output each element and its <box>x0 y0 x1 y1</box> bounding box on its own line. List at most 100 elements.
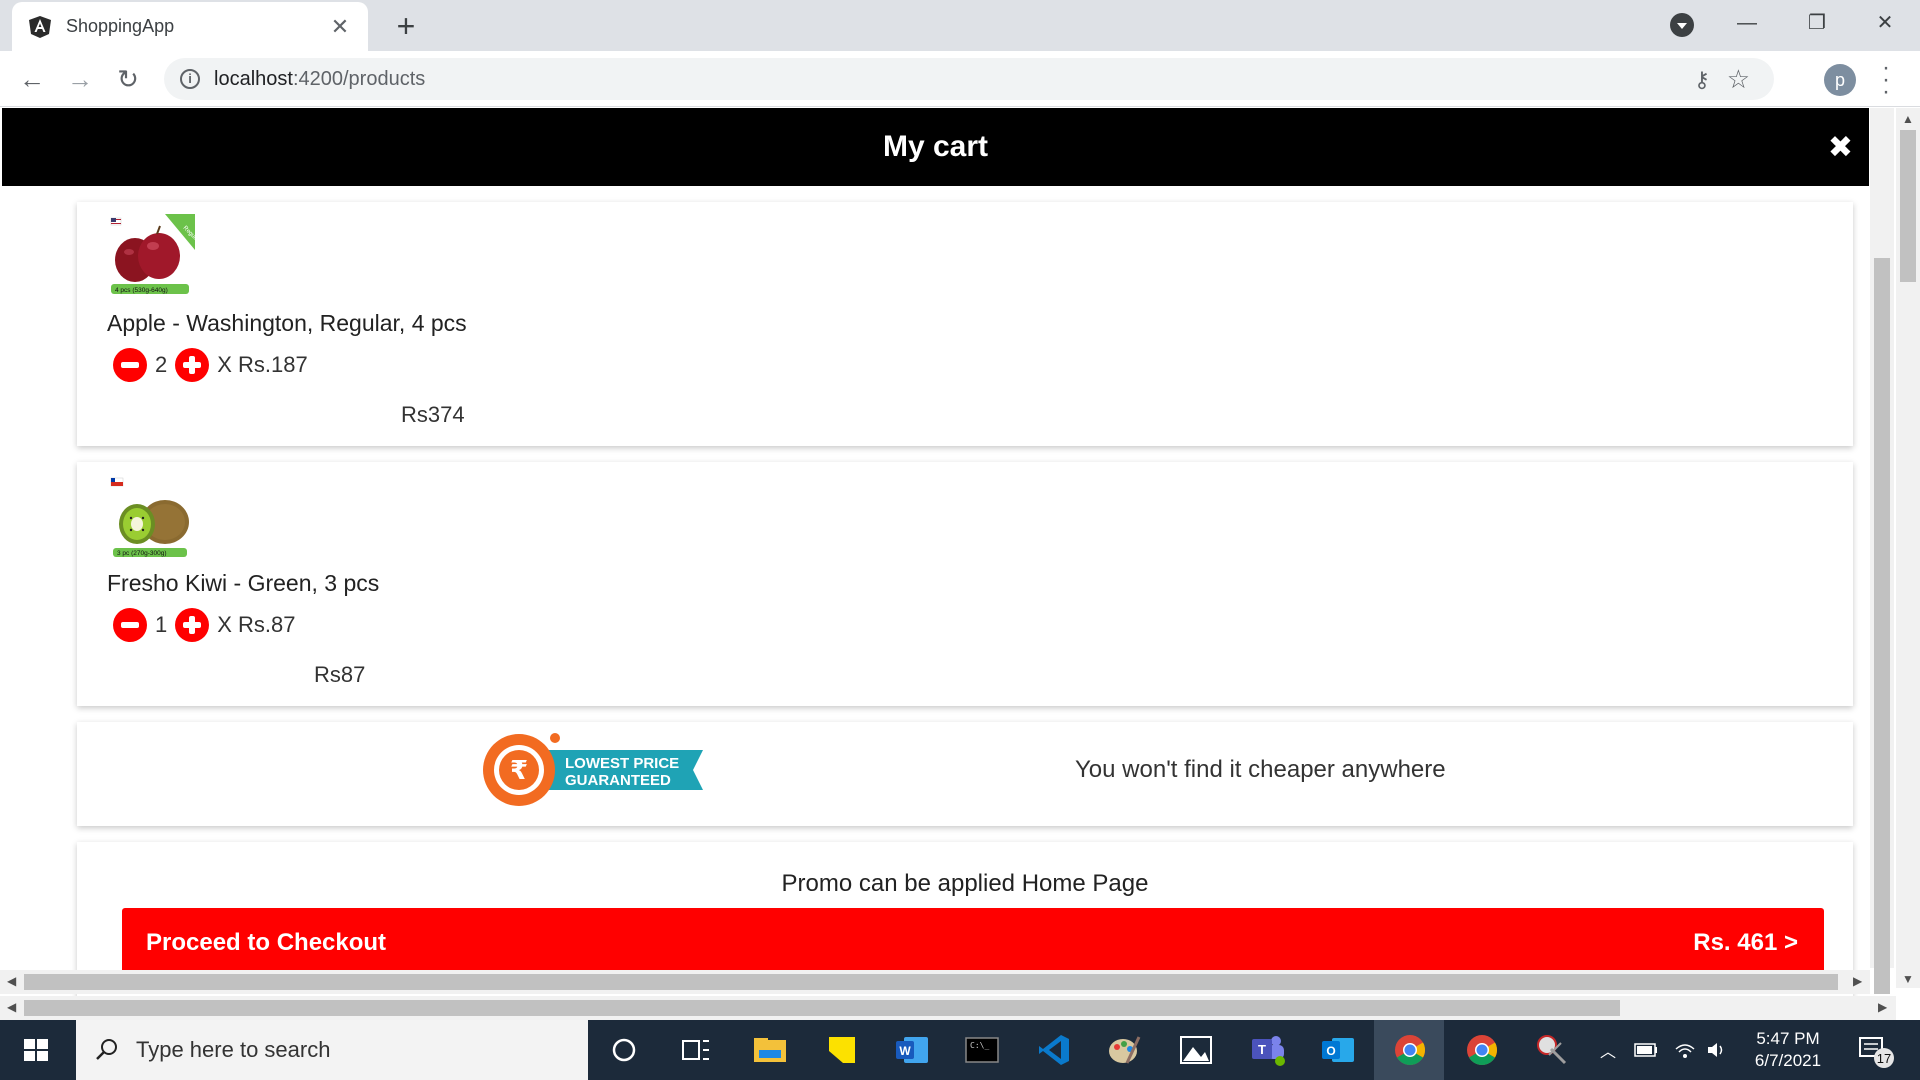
minimize-button[interactable]: — <box>1724 6 1770 40</box>
product-name: Apple - Washington, Regular, 4 pcs <box>107 310 467 336</box>
close-window-button[interactable]: ✕ <box>1862 6 1908 40</box>
battery-icon[interactable] <box>1634 1020 1658 1080</box>
price-guarantee-card: ₹ LOWEST PRICE GUARANTEED You won't find… <box>77 722 1853 826</box>
cortana-icon[interactable] <box>604 1030 644 1070</box>
browser-toolbar: ← → ↻ i localhost:4200/products ⚷ ☆ p · ·… <box>0 51 1920 107</box>
clock-date: 6/7/2021 <box>1754 1051 1822 1070</box>
chrome-icon[interactable] <box>1462 1030 1502 1070</box>
svg-text:O: O <box>1326 1044 1335 1058</box>
file-explorer-icon[interactable] <box>750 1030 790 1070</box>
page-horizontal-scrollbar[interactable]: ◀ ▶ <box>0 996 1896 1020</box>
quantity-stepper: 2 X Rs.187 <box>113 348 308 382</box>
browser-tab[interactable]: ShoppingApp ✕ <box>12 2 368 51</box>
scroll-left-arrow-icon[interactable]: ◀ <box>7 974 16 988</box>
paint-icon[interactable] <box>1104 1030 1144 1070</box>
clock-time: 5:47 PM <box>1756 1029 1820 1048</box>
quantity-value: 1 <box>155 612 168 637</box>
restore-button[interactable]: ❐ <box>1794 6 1840 40</box>
taskbar-search-placeholder: Type here to search <box>136 1037 331 1062</box>
volume-icon[interactable] <box>1706 1020 1728 1080</box>
badge-line-1: LOWEST PRICE <box>565 755 679 772</box>
search-icon <box>96 1039 117 1060</box>
reload-icon[interactable]: ↻ <box>112 63 144 95</box>
vscode-icon[interactable] <box>1034 1030 1074 1070</box>
scroll-right-arrow-icon[interactable]: ▶ <box>1853 974 1862 988</box>
unit-price: X Rs.87 <box>217 612 296 637</box>
item-subtotal: Rs87 <box>314 662 366 687</box>
inner-vertical-scrollbar[interactable] <box>1870 108 1894 994</box>
back-arrow-icon[interactable]: ← <box>16 63 48 95</box>
apple-product-image: Regular 4 pcs (530g-640g) <box>110 214 195 294</box>
page-horizontal-scroll-thumb[interactable] <box>24 1000 1620 1016</box>
snipping-tool-icon[interactable] <box>1532 1030 1572 1070</box>
svg-text:W: W <box>899 1044 911 1058</box>
image-caption: 3 pc (270g-300g) <box>117 550 167 557</box>
lowest-price-badge: ₹ LOWEST PRICE GUARANTEED <box>483 733 703 806</box>
windows-start-icon[interactable] <box>12 1032 60 1068</box>
checkout-total: Rs. 461 > <box>1693 929 1798 956</box>
increase-quantity-button[interactable] <box>175 348 210 382</box>
notification-center-icon[interactable]: 17 <box>1856 1020 1896 1080</box>
address-bar[interactable]: i localhost:4200/products ⚷ ☆ <box>164 58 1774 100</box>
scroll-up-arrow-icon[interactable]: ▲ <box>1902 112 1914 126</box>
promo-note: Promo can be applied Home Page <box>781 870 1149 897</box>
guarantee-text: You won't find it cheaper anywhere <box>1075 756 1446 783</box>
unit-price: X Rs.187 <box>217 352 308 377</box>
checkout-label: Proceed to Checkout <box>146 929 387 956</box>
teams-icon[interactable]: T <box>1248 1030 1288 1070</box>
taskbar-clock[interactable]: 5:47 PM 6/7/2021 <box>1744 1028 1832 1072</box>
url-text: localhost:4200/products <box>214 67 426 90</box>
product-name: Fresho Kiwi - Green, 3 pcs <box>107 570 380 596</box>
item-subtotal: Rs374 <box>401 402 465 427</box>
show-hidden-icons[interactable]: ︿ <box>1600 1020 1616 1080</box>
page-vertical-scrollbar[interactable]: ▲ ▼ <box>1896 108 1920 988</box>
close-icon[interactable]: ✖ <box>1828 130 1853 165</box>
photos-icon[interactable] <box>1176 1030 1216 1070</box>
page-vertical-scroll-thumb[interactable] <box>1900 130 1916 282</box>
cart-item: Regular 4 pcs (530g-640g) Apple - Washin… <box>77 202 1853 446</box>
profile-avatar[interactable]: p <box>1824 64 1856 96</box>
quantity-value: 2 <box>155 352 168 377</box>
cart-header: My cart ✖ <box>2 108 1869 186</box>
badge-line-2: GUARANTEED <box>565 772 671 789</box>
scroll-right-arrow-icon[interactable]: ▶ <box>1878 1000 1887 1014</box>
inner-horizontal-scroll-thumb[interactable] <box>24 974 1838 990</box>
bookmark-star-icon[interactable]: ☆ <box>1727 64 1750 95</box>
cart-title: My cart <box>882 130 989 163</box>
terminal-icon[interactable]: C:\_ <box>962 1030 1002 1070</box>
scroll-left-arrow-icon[interactable]: ◀ <box>7 1000 16 1014</box>
sticky-notes-icon[interactable] <box>822 1030 862 1070</box>
rupee-icon: ₹ <box>510 756 528 786</box>
decrease-quantity-button[interactable] <box>113 348 147 382</box>
tab-search-icon[interactable] <box>1670 13 1694 37</box>
browser-tab-strip: ShoppingApp ✕ + — ❐ ✕ <box>0 0 1920 51</box>
forward-arrow-icon[interactable]: → <box>64 63 96 95</box>
key-icon[interactable]: ⚷ <box>1694 67 1710 93</box>
new-tab-button[interactable]: + <box>390 8 422 44</box>
image-caption: 4 pcs (530g-640g) <box>115 287 168 294</box>
word-icon[interactable]: W <box>892 1030 932 1070</box>
site-info-icon[interactable]: i <box>180 69 200 89</box>
notification-count: 17 <box>1877 1051 1891 1066</box>
taskbar-search-box[interactable]: Type here to search <box>76 1020 588 1080</box>
svg-text:T: T <box>1258 1042 1266 1057</box>
task-view-icon[interactable] <box>676 1030 716 1070</box>
chrome-icon[interactable] <box>1390 1030 1430 1070</box>
windows-taskbar: Type here to search W C:\_ T O ︿ 5:47 PM… <box>0 1020 1920 1080</box>
proceed-to-checkout-button[interactable]: Proceed to Checkout Rs. 461 > <box>122 908 1824 978</box>
svg-text:C:\_: C:\_ <box>970 1041 989 1050</box>
outlook-icon[interactable]: O <box>1318 1030 1358 1070</box>
decrease-quantity-button[interactable] <box>113 608 147 642</box>
quantity-stepper: 1 X Rs.87 <box>113 608 296 642</box>
tab-close-icon[interactable]: ✕ <box>328 14 352 40</box>
tab-title: ShoppingApp <box>66 16 175 36</box>
increase-quantity-button[interactable] <box>175 608 210 642</box>
scroll-down-arrow-icon[interactable]: ▼ <box>1902 972 1914 986</box>
kiwi-product-image: 3 pc (270g-300g) <box>110 477 189 557</box>
cart-item: 3 pc (270g-300g) Fresho Kiwi - Green, 3 … <box>77 462 1853 706</box>
inner-vertical-scroll-thumb[interactable] <box>1874 258 1890 994</box>
menu-kebab-icon[interactable]: · · · <box>1880 56 1892 104</box>
inner-horizontal-scrollbar[interactable]: ◀ ▶ <box>0 970 1870 994</box>
wifi-icon[interactable] <box>1674 1020 1696 1080</box>
page-viewport: My cart ✖ Regular 4 pcs (530g-640g) Appl… <box>0 108 1920 1020</box>
